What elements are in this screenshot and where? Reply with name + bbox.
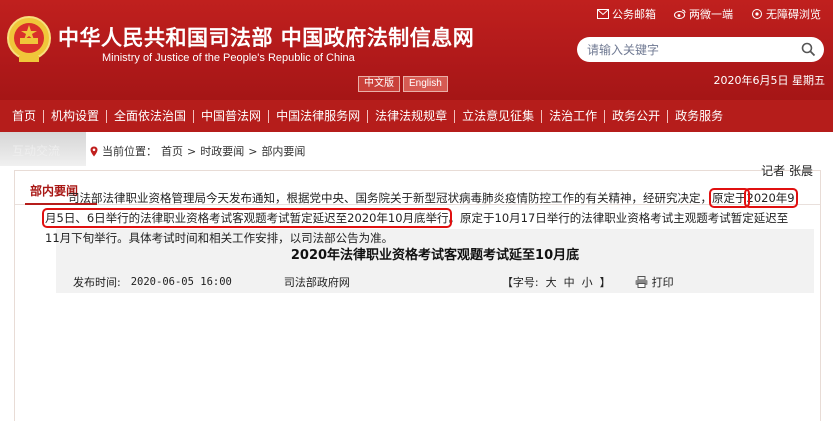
breadcrumb-home[interactable]: 首页 — [161, 143, 183, 159]
mail-icon — [597, 9, 609, 19]
paragraph-text: 司法部法律职业资格管理局今天发布通知，根据党中央、国务院关于新型冠状病毒肺炎疫情… — [68, 191, 712, 205]
nav-item-legal-education[interactable]: 中国普法网 — [194, 109, 268, 123]
language-switch: 中文版 English — [358, 76, 448, 92]
national-emblem-icon — [7, 16, 51, 62]
article-paragraph: 司法部法律职业资格管理局今天发布通知，根据党中央、国务院关于新型冠状病毒肺炎疫情… — [42, 188, 798, 248]
nav-item-rule-of-law[interactable]: 全面依法治国 — [107, 109, 193, 123]
nav-item-government-services[interactable]: 政务服务 — [668, 109, 730, 123]
breadcrumb-news[interactable]: 时政要闻 — [200, 143, 244, 159]
interactive-tab-label: 互动交流 — [12, 144, 61, 158]
breadcrumb-ministry-news[interactable]: 部内要闻 — [261, 143, 305, 159]
nav-item-home[interactable]: 首页 — [12, 109, 43, 123]
site-header: 中华人民共和国司法部 中国政府法制信息网 Ministry of Justice… — [0, 0, 833, 100]
print-button[interactable]: 打印 — [635, 274, 674, 290]
nav-item-organization[interactable]: 机构设置 — [44, 109, 106, 123]
weibo-icon — [674, 9, 686, 19]
lang-chinese-button[interactable]: 中文版 — [358, 76, 400, 92]
article-reporter: 记者 张晨 — [761, 164, 813, 178]
publish-date: 2020-06-05 16:00 — [130, 276, 232, 288]
article-body: 司法部法律职业资格管理局今天发布通知，根据党中央、国务院关于新型冠状病毒肺炎疫情… — [42, 188, 798, 248]
nav-item-legal-services[interactable]: 中国法律服务网 — [269, 109, 367, 123]
font-size-label: 【字号: — [501, 276, 539, 289]
search-box — [577, 37, 824, 62]
top-links: 公务邮箱 两微一端 无障碍浏览 — [597, 6, 821, 22]
highlighted-text: 原定于 — [709, 188, 750, 208]
site-subtitle: Ministry of Justice of the People's Repu… — [102, 52, 355, 64]
font-size-medium-button[interactable]: 中 — [564, 274, 575, 290]
weibo-link-label: 两微一端 — [689, 8, 733, 21]
article-source: 司法部政府网 — [283, 276, 350, 289]
mail-link[interactable]: 公务邮箱 — [597, 6, 656, 22]
breadcrumb: 当前位置： 首页 > 时政要闻 > 部内要闻 — [90, 143, 305, 159]
font-size-large-button[interactable]: 大 — [546, 274, 557, 290]
font-size-bracket-close: 】 — [599, 276, 611, 289]
nav-item-laws-regulations[interactable]: 法律法规规章 — [368, 109, 454, 123]
nav-item-government-affairs[interactable]: 政务公开 — [605, 109, 667, 123]
breadcrumb-separator: > — [248, 144, 258, 158]
breadcrumb-separator: > — [187, 144, 197, 158]
printer-icon — [635, 276, 648, 288]
article-meta-row: 发布时间: 2020-06-05 16:00 司法部政府网 【字号: 大 中 小… — [73, 274, 674, 290]
main-nav: 首页 机构设置 全面依法治国 中国普法网 中国法律服务网 法律法规规章 立法意见… — [0, 100, 833, 132]
lang-english-button[interactable]: English — [403, 76, 448, 92]
site-title: 中华人民共和国司法部 中国政府法制信息网 — [58, 25, 475, 50]
weibo-link[interactable]: 两微一端 — [674, 6, 733, 22]
search-input[interactable] — [587, 41, 787, 58]
accessibility-link[interactable]: 无障碍浏览 — [751, 6, 821, 22]
print-label: 打印 — [651, 276, 674, 289]
mail-link-label: 公务邮箱 — [612, 8, 656, 21]
location-pin-icon — [90, 146, 98, 156]
font-size-small-button[interactable]: 小 — [582, 274, 593, 290]
nav-item-legislation-feedback[interactable]: 立法意见征集 — [455, 109, 541, 123]
accessibility-link-label: 无障碍浏览 — [766, 8, 821, 21]
nav-item-rule-of-law-work[interactable]: 法治工作 — [542, 109, 604, 123]
interactive-tab[interactable]: 互动交流 — [0, 132, 86, 166]
search-icon[interactable] — [801, 42, 816, 57]
breadcrumb-prefix: 当前位置： — [102, 145, 157, 158]
current-date: 2020年6月5日 星期五 — [713, 74, 826, 87]
publish-date-label: 发布时间: — [73, 276, 121, 289]
accessibility-icon — [752, 9, 762, 19]
